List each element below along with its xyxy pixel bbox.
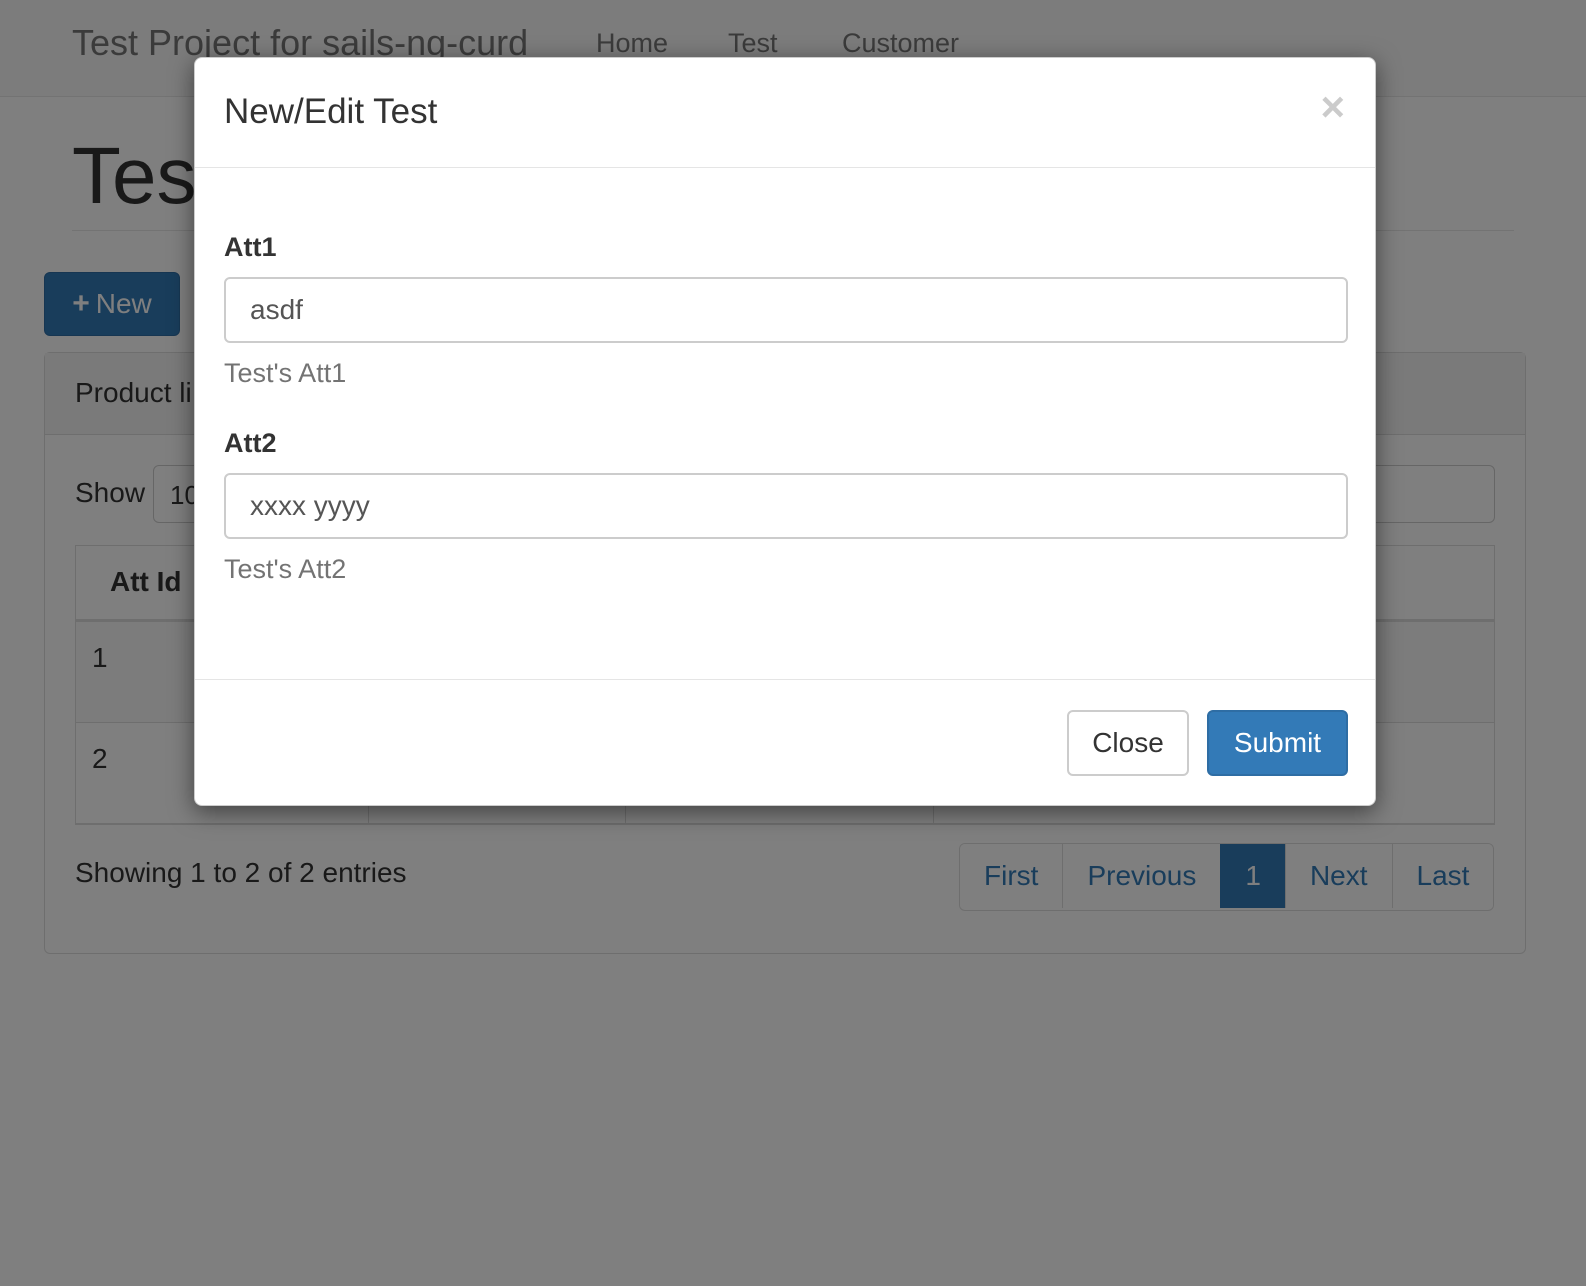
att2-help-text: Test's Att2 xyxy=(224,554,347,584)
modal-footer-divider xyxy=(195,679,1375,680)
close-icon[interactable]: × xyxy=(1320,86,1345,128)
app-window: Test Project for sails-ng-curd Home Test… xyxy=(0,0,1586,1286)
modal-header: New/Edit Test × xyxy=(195,58,1375,168)
submit-button[interactable]: Submit xyxy=(1207,710,1348,776)
close-button[interactable]: Close xyxy=(1067,710,1189,776)
att1-input[interactable] xyxy=(224,277,1348,343)
att1-label: Att1 xyxy=(224,232,277,262)
att1-help-text: Test's Att1 xyxy=(224,358,347,388)
att2-input[interactable] xyxy=(224,473,1348,539)
edit-modal: New/Edit Test × Att1 Test's Att1 Att2 Te… xyxy=(194,57,1376,806)
modal-title: New/Edit Test xyxy=(224,92,438,131)
att2-label: Att2 xyxy=(224,428,277,458)
